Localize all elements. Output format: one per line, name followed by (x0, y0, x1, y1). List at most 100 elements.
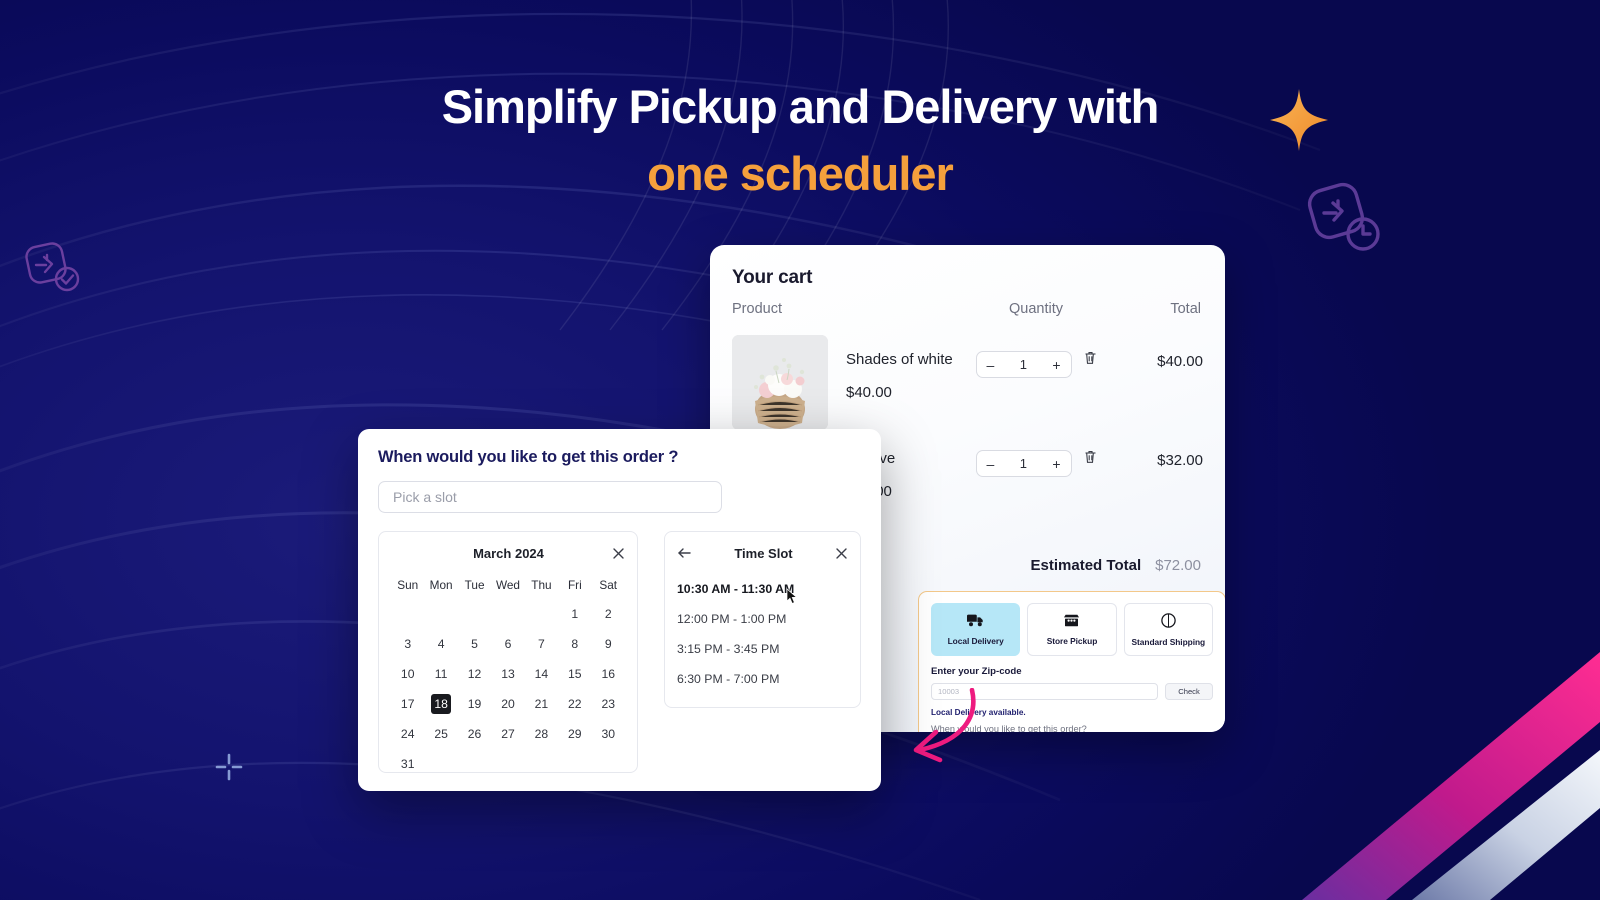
zip-code-label: Enter your Zip-code (931, 666, 1022, 677)
calendar-day-19[interactable]: 19 (458, 692, 491, 716)
calendar-day-21[interactable]: 21 (525, 692, 558, 716)
product-line-total: $40.00 (1157, 353, 1203, 370)
estimated-total-value: $72.00 (1155, 557, 1201, 574)
timeslot-option[interactable]: 3:15 PM - 3:45 PM (677, 634, 848, 664)
calendar-day-14[interactable]: 14 (525, 662, 558, 686)
product-line-total: $32.00 (1157, 452, 1203, 469)
hero-heading: Simplify Pickup and Delivery with one sc… (0, 78, 1600, 203)
product-thumbnail (732, 335, 828, 430)
remove-item-button[interactable] (1084, 351, 1097, 370)
calendar-dow-wed: Wed (495, 578, 520, 592)
calendar-month-label: March 2024 (473, 545, 544, 561)
delivery-check-icon (25, 242, 80, 292)
decrement-button[interactable]: – (987, 358, 995, 372)
calendar-day-5[interactable]: 5 (458, 632, 491, 656)
calendar-day-blank (458, 602, 491, 626)
calendar-dow-sun: Sun (397, 578, 419, 592)
timeslot-panel: Time Slot 10:30 AM - 11:30 AM 12:00 PM - … (663, 531, 861, 708)
hero-line-2: one scheduler (647, 147, 954, 201)
delivery-option-label: Local Delivery (947, 635, 1004, 646)
mouse-cursor (786, 588, 798, 604)
cart-table-header: Product Quantity Total (732, 301, 1203, 317)
delivery-option-store-pickup[interactable]: Store Pickup (1027, 603, 1117, 656)
calendar-day-blank (525, 602, 558, 626)
calendar-day-23[interactable]: 23 (592, 692, 625, 716)
header-total: Total (1170, 301, 1201, 317)
cart-title: Your cart (732, 267, 813, 288)
calendar-day-15[interactable]: 15 (558, 662, 591, 686)
close-icon[interactable] (835, 547, 848, 560)
calendar-day-31[interactable]: 31 (391, 752, 424, 776)
calendar-dow-tue: Tue (464, 578, 485, 592)
truck-icon (967, 614, 984, 632)
product-price: $40.00 (846, 384, 892, 401)
globe-icon (1158, 612, 1179, 633)
timeslot-list: 10:30 AM - 11:30 AM 12:00 PM - 1:00 PM 3:1… (677, 574, 848, 694)
corner-ribbons (1302, 652, 1600, 900)
calendar-day-25[interactable]: 25 (424, 722, 457, 746)
product-name: Shades of white (846, 351, 953, 368)
calendar-day-3[interactable]: 3 (391, 632, 424, 656)
calendar-day-1[interactable]: 1 (558, 602, 591, 626)
quantity-stepper[interactable]: – 1 + (975, 450, 1072, 477)
calendar-day-16[interactable]: 16 (592, 662, 625, 686)
calendar-dow-sat: Sat (599, 578, 618, 592)
header-product: Product (732, 301, 782, 317)
store-icon (1063, 614, 1080, 632)
delivery-option-label: Standard Shipping (1131, 636, 1206, 647)
calendar-day-18[interactable]: 18 (424, 692, 457, 716)
calendar-day-29[interactable]: 29 (558, 722, 591, 746)
delivery-option-local-delivery[interactable]: Local Delivery (931, 603, 1021, 656)
calendar-grid: Sun Mon Tue Wed Thu Fri Sat 1 2 3 4 5 6 7 8 9 10 11 12 13 14… (391, 574, 625, 776)
pink-curved-arrow (913, 688, 976, 763)
delivery-option-label: Store Pickup (1046, 635, 1098, 646)
increment-button[interactable]: + (1052, 457, 1060, 471)
calendar-day-4[interactable]: 4 (424, 632, 457, 656)
calendar-day-28[interactable]: 28 (525, 722, 558, 746)
calendar-day-22[interactable]: 22 (558, 692, 591, 716)
calendar-day-2[interactable]: 2 (592, 602, 625, 626)
calendar-day-30[interactable]: 30 (592, 722, 625, 746)
calendar-day-6[interactable]: 6 (491, 632, 524, 656)
calendar-day-9[interactable]: 9 (592, 632, 625, 656)
quantity-value: 1 (1019, 456, 1027, 471)
cart-item-row: Shades of white $40.00 – 1 + $40.00 (732, 335, 1203, 430)
calendar-day-26[interactable]: 26 (458, 722, 491, 746)
pick-a-slot-input[interactable]: Pick a slot (378, 481, 722, 513)
decrement-button[interactable]: – (987, 457, 995, 471)
calendar-day-blank (391, 602, 424, 626)
calendar-day-17[interactable]: 17 (391, 692, 424, 716)
remove-item-button[interactable] (1084, 450, 1097, 469)
quantity-value: 1 (1019, 357, 1027, 372)
timeslot-option[interactable]: 12:00 PM - 1:00 PM (677, 604, 848, 634)
calendar-day-blank (491, 602, 524, 626)
calendar-day-20[interactable]: 20 (491, 692, 524, 716)
calendar-dow-fri: Fri (567, 578, 582, 592)
arrow-left-icon[interactable] (677, 547, 692, 559)
calendar-day-7[interactable]: 7 (525, 632, 558, 656)
check-zip-button[interactable]: Check (1165, 683, 1213, 700)
calendar-day-11[interactable]: 11 (424, 662, 457, 686)
delivery-option-standard-shipping[interactable]: Standard Shipping (1123, 603, 1213, 656)
calendar-day-blank (424, 602, 457, 626)
calendar-day-13[interactable]: 13 (491, 662, 524, 686)
estimated-total-label: Estimated Total (1030, 557, 1142, 574)
calendar-day-12[interactable]: 12 (458, 662, 491, 686)
header-quantity: Quantity (1009, 301, 1063, 317)
calendar-dow-thu: Thu (531, 578, 552, 592)
calendar-day-27[interactable]: 27 (491, 722, 524, 746)
hero-line-1: Simplify Pickup and Delivery with (441, 80, 1160, 133)
calendar-day-24[interactable]: 24 (391, 722, 424, 746)
timeslot-option[interactable]: 6:30 PM - 7:00 PM (677, 664, 848, 694)
calendar-dow-mon: Mon (429, 578, 453, 592)
increment-button[interactable]: + (1052, 358, 1060, 372)
close-icon[interactable] (612, 547, 625, 560)
calendar-day-10[interactable]: 10 (391, 662, 424, 686)
scheduler-modal: When would you like to get this order ? … (358, 429, 881, 791)
plus-marker-icon (215, 753, 243, 781)
timeslot-option[interactable]: 10:30 AM - 11:30 AM (677, 574, 848, 604)
timeslot-title: Time Slot (734, 545, 793, 561)
scheduler-title: When would you like to get this order ? (378, 448, 679, 466)
quantity-stepper[interactable]: – 1 + (975, 351, 1072, 378)
calendar-day-8[interactable]: 8 (558, 632, 591, 656)
